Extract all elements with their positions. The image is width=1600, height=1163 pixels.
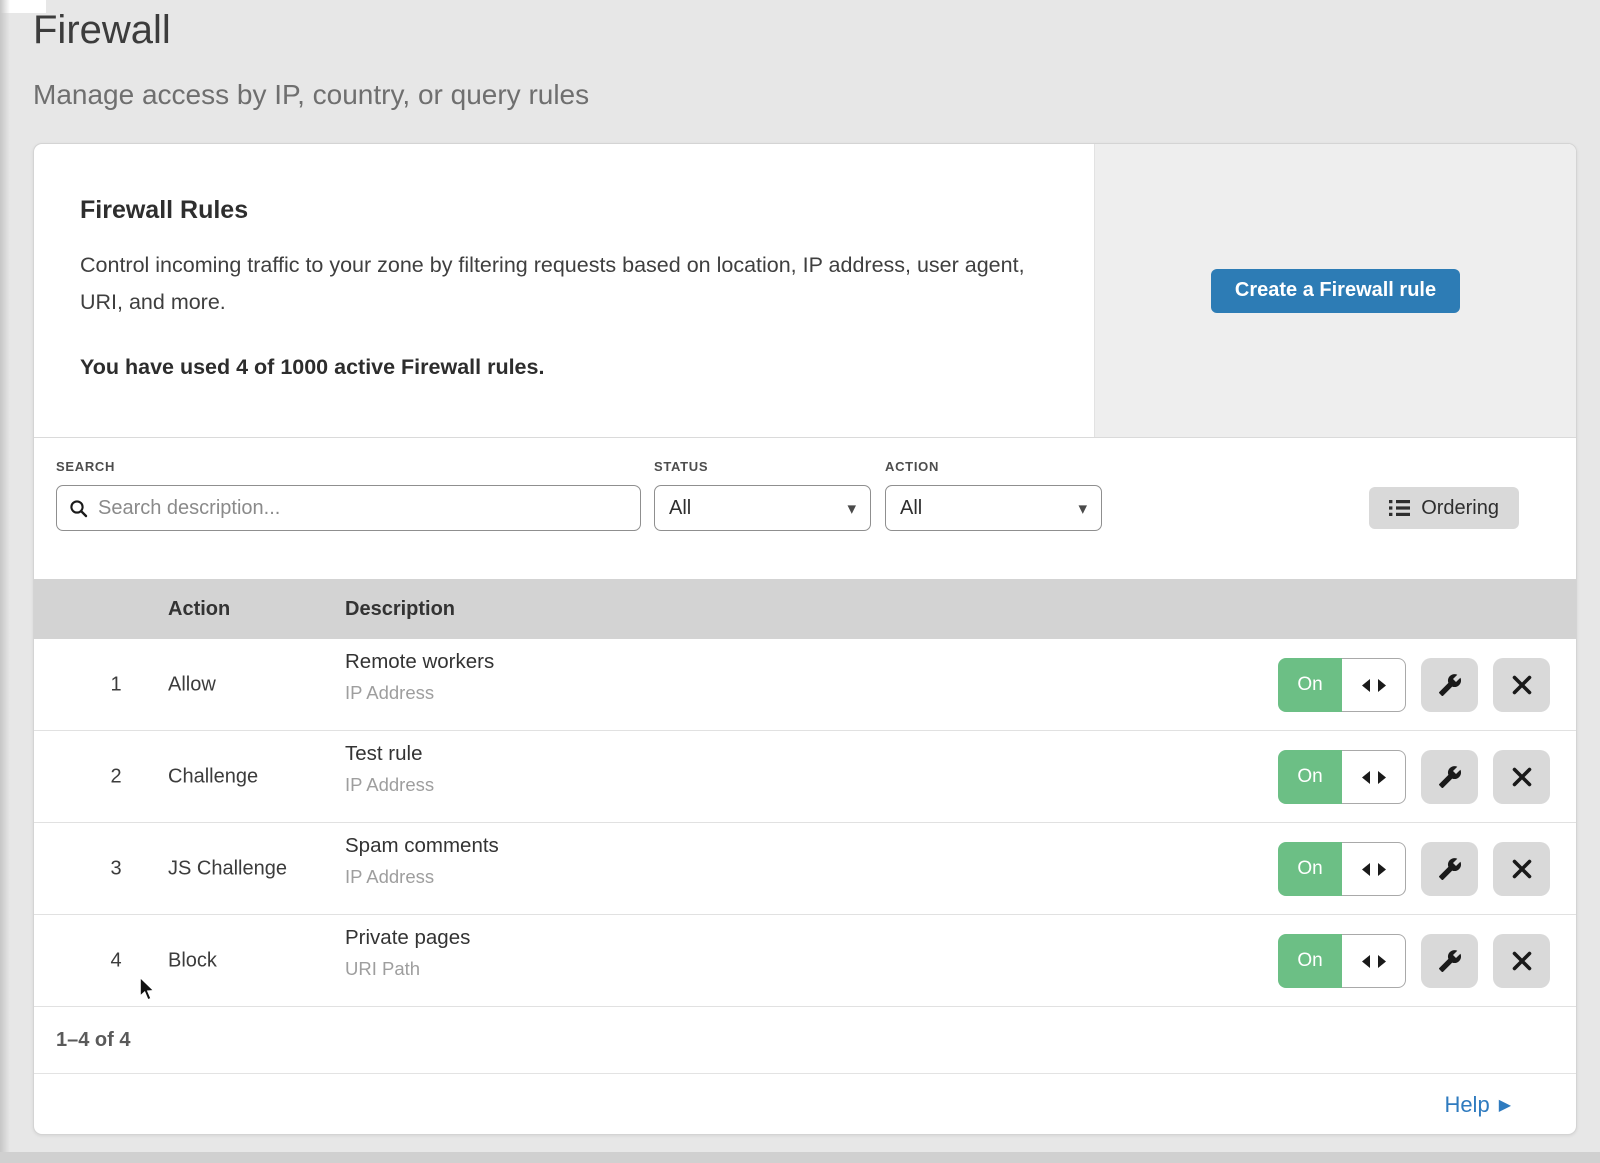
rule-description: Private pages [345, 926, 470, 950]
rule-description: Spam comments [345, 834, 499, 858]
create-firewall-rule-button[interactable]: Create a Firewall rule [1211, 269, 1460, 313]
rule-description: Test rule [345, 742, 434, 766]
firewall-rules-banner: Firewall Rules Control incoming traffic … [34, 144, 1576, 438]
close-icon [1511, 766, 1533, 788]
rule-enabled-toggle[interactable]: On [1278, 934, 1406, 988]
status-select[interactable]: All ▾ [654, 485, 871, 531]
rule-description-cell: Test rule IP Address [345, 742, 434, 796]
rule-priority: 2 [104, 765, 128, 788]
rule-description-cell: Spam comments IP Address [345, 834, 499, 888]
help-arrow-icon: ▶ [1499, 1095, 1511, 1115]
rule-description-cell: Private pages URI Path [345, 926, 470, 980]
help-link-label: Help [1444, 1092, 1489, 1118]
delete-rule-button[interactable] [1493, 658, 1550, 712]
banner-heading: Firewall Rules [80, 196, 1054, 225]
help-link[interactable]: Help ▶ [1444, 1092, 1511, 1118]
toggle-on-segment[interactable]: On [1278, 842, 1342, 896]
toggle-arrows-segment[interactable] [1342, 934, 1406, 988]
card-footer: Help ▶ [34, 1073, 1576, 1135]
wrench-icon [1438, 673, 1462, 697]
rule-description-cell: Remote workers IP Address [345, 650, 494, 704]
search-icon [69, 499, 88, 518]
rule-enabled-toggle[interactable]: On [1278, 842, 1406, 896]
toggle-arrows-segment[interactable] [1342, 750, 1406, 804]
rule-priority: 1 [104, 673, 128, 696]
rule-enabled-toggle[interactable]: On [1278, 658, 1406, 712]
delete-rule-button[interactable] [1493, 842, 1550, 896]
delete-rule-button[interactable] [1493, 750, 1550, 804]
left-right-arrows-icon [1362, 679, 1386, 692]
ordered-list-icon [1389, 499, 1410, 517]
chevron-down-icon: ▾ [1078, 500, 1087, 517]
banner-side-panel: Create a Firewall rule [1094, 144, 1576, 437]
firewall-card: Firewall Rules Control incoming traffic … [33, 143, 1577, 1135]
left-right-arrows-icon [1362, 771, 1386, 784]
table-row: 2 Challenge Test rule IP Address On [34, 731, 1576, 823]
filters-bar: SEARCH STATUS All ▾ ACTION All ▾ [34, 438, 1576, 579]
close-icon [1511, 950, 1533, 972]
wrench-icon [1438, 765, 1462, 789]
left-right-arrows-icon [1362, 955, 1386, 968]
rule-priority: 4 [104, 949, 128, 972]
page-title: Firewall [33, 8, 171, 53]
firewall-page: Firewall Manage access by IP, country, o… [0, 0, 1600, 1163]
edit-rule-button[interactable] [1421, 658, 1478, 712]
search-label: SEARCH [56, 459, 115, 474]
close-icon [1511, 674, 1533, 696]
column-header-action: Action [168, 579, 230, 639]
ordering-button-label: Ordering [1421, 497, 1499, 520]
banner-text-block: Firewall Rules Control incoming traffic … [34, 144, 1094, 437]
rule-action: Block [168, 949, 217, 972]
table-header: Action Description [34, 579, 1576, 639]
table-row: 3 JS Challenge Spam comments IP Address … [34, 823, 1576, 915]
close-icon [1511, 858, 1533, 880]
pagination-status: 1–4 of 4 [34, 1007, 1576, 1073]
toggle-on-segment[interactable]: On [1278, 658, 1342, 712]
status-label: STATUS [654, 459, 708, 474]
search-input[interactable] [98, 497, 628, 520]
action-label: ACTION [885, 459, 939, 474]
action-select-value: All [900, 497, 922, 520]
rule-action: Allow [168, 673, 216, 696]
rule-match-type: IP Address [345, 866, 499, 888]
window-left-edge [0, 0, 10, 1163]
banner-description: Control incoming traffic to your zone by… [80, 247, 1032, 321]
left-right-arrows-icon [1362, 863, 1386, 876]
window-bottom-edge [0, 1152, 1600, 1163]
edit-rule-button[interactable] [1421, 842, 1478, 896]
rule-action: Challenge [168, 765, 258, 788]
column-header-description: Description [345, 579, 455, 639]
action-select[interactable]: All ▾ [885, 485, 1102, 531]
table-row: 1 Allow Remote workers IP Address On [34, 639, 1576, 731]
rule-match-type: URI Path [345, 958, 470, 980]
rule-priority: 3 [104, 857, 128, 880]
ordering-button[interactable]: Ordering [1369, 487, 1519, 529]
status-select-value: All [669, 497, 691, 520]
edit-rule-button[interactable] [1421, 750, 1478, 804]
wrench-icon [1438, 857, 1462, 881]
edit-rule-button[interactable] [1421, 934, 1478, 988]
search-box[interactable] [56, 485, 641, 531]
wrench-icon [1438, 949, 1462, 973]
rule-description: Remote workers [345, 650, 494, 674]
rule-match-type: IP Address [345, 682, 494, 704]
page-subtitle: Manage access by IP, country, or query r… [33, 79, 589, 111]
toggle-arrows-segment[interactable] [1342, 658, 1406, 712]
toggle-arrows-segment[interactable] [1342, 842, 1406, 896]
table-row: 4 Block Private pages URI Path On [34, 915, 1576, 1007]
chevron-down-icon: ▾ [847, 500, 856, 517]
rule-match-type: IP Address [345, 774, 434, 796]
toggle-on-segment[interactable]: On [1278, 934, 1342, 988]
rule-enabled-toggle[interactable]: On [1278, 750, 1406, 804]
rules-usage-text: You have used 4 of 1000 active Firewall … [80, 355, 1054, 380]
rule-action: JS Challenge [168, 857, 287, 880]
toggle-on-segment[interactable]: On [1278, 750, 1342, 804]
delete-rule-button[interactable] [1493, 934, 1550, 988]
